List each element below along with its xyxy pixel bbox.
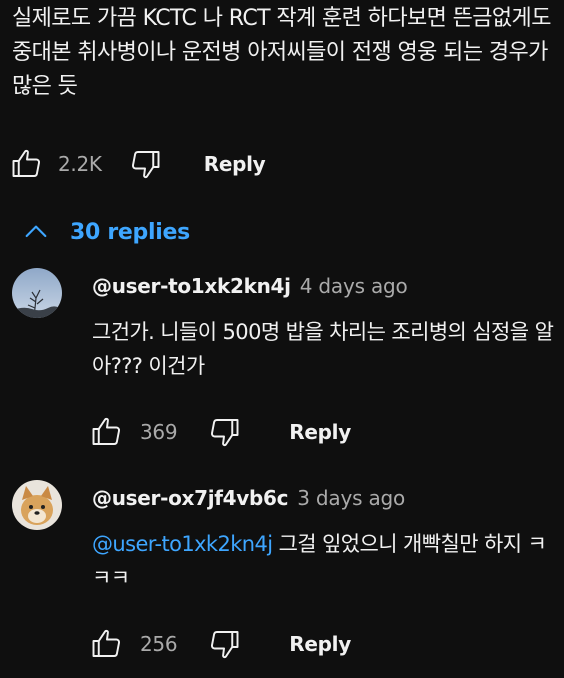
- reply-text: 그건가. 니들이 500명 밥을 차리는 조리병의 심정을 알아??? 이건가: [92, 320, 554, 378]
- comment-actions: 2.2K Reply: [8, 144, 266, 184]
- comment-thread: 실제로도 가끔 KCTC 나 RCT 작계 훈련 하다보면 뜬금없게도 중대본 …: [0, 0, 564, 678]
- like-count: 369: [140, 420, 178, 444]
- replies-toggle[interactable]: 30 replies: [20, 212, 190, 252]
- reply-header: @user-ox7jf4vb6c 3 days ago: [92, 486, 405, 510]
- reply-button[interactable]: Reply: [289, 632, 351, 656]
- reply-button[interactable]: Reply: [204, 152, 266, 176]
- mention-link[interactable]: @user-to1xk2kn4j: [92, 532, 273, 556]
- reply-timestamp[interactable]: 4 days ago: [300, 274, 408, 298]
- like-icon[interactable]: [88, 413, 126, 451]
- dislike-icon[interactable]: [205, 625, 243, 663]
- dislike-icon[interactable]: [126, 145, 164, 183]
- like-count: 2.2K: [58, 152, 102, 176]
- reply-actions: 256 Reply: [88, 624, 351, 664]
- replies-count-label: 30 replies: [70, 219, 190, 245]
- like-icon[interactable]: [88, 625, 126, 663]
- comment-text: 실제로도 가끔 KCTC 나 RCT 작계 훈련 하다보면 뜬금없게도 중대본 …: [12, 6, 551, 99]
- like-count: 256: [140, 632, 178, 656]
- reply-button[interactable]: Reply: [289, 420, 351, 444]
- avatar[interactable]: [12, 480, 62, 530]
- shiba-dog-avatar: [12, 480, 62, 530]
- reply-text: @user-to1xk2kn4j 그걸 잎었으니 개빡칠만 하지 ㅋㅋㅋ: [92, 527, 547, 595]
- reply-author[interactable]: @user-to1xk2kn4j: [92, 274, 291, 298]
- like-icon[interactable]: [8, 145, 46, 183]
- reply-author[interactable]: @user-ox7jf4vb6c: [92, 486, 289, 510]
- tree-silhouette-avatar: [12, 268, 62, 318]
- reply-header: @user-to1xk2kn4j 4 days ago: [92, 274, 408, 298]
- reply-timestamp[interactable]: 3 days ago: [297, 486, 405, 510]
- reply-actions: 369 Reply: [88, 412, 351, 452]
- chevron-up-icon: [25, 225, 47, 238]
- dislike-icon[interactable]: [205, 413, 243, 451]
- avatar[interactable]: [12, 268, 62, 318]
